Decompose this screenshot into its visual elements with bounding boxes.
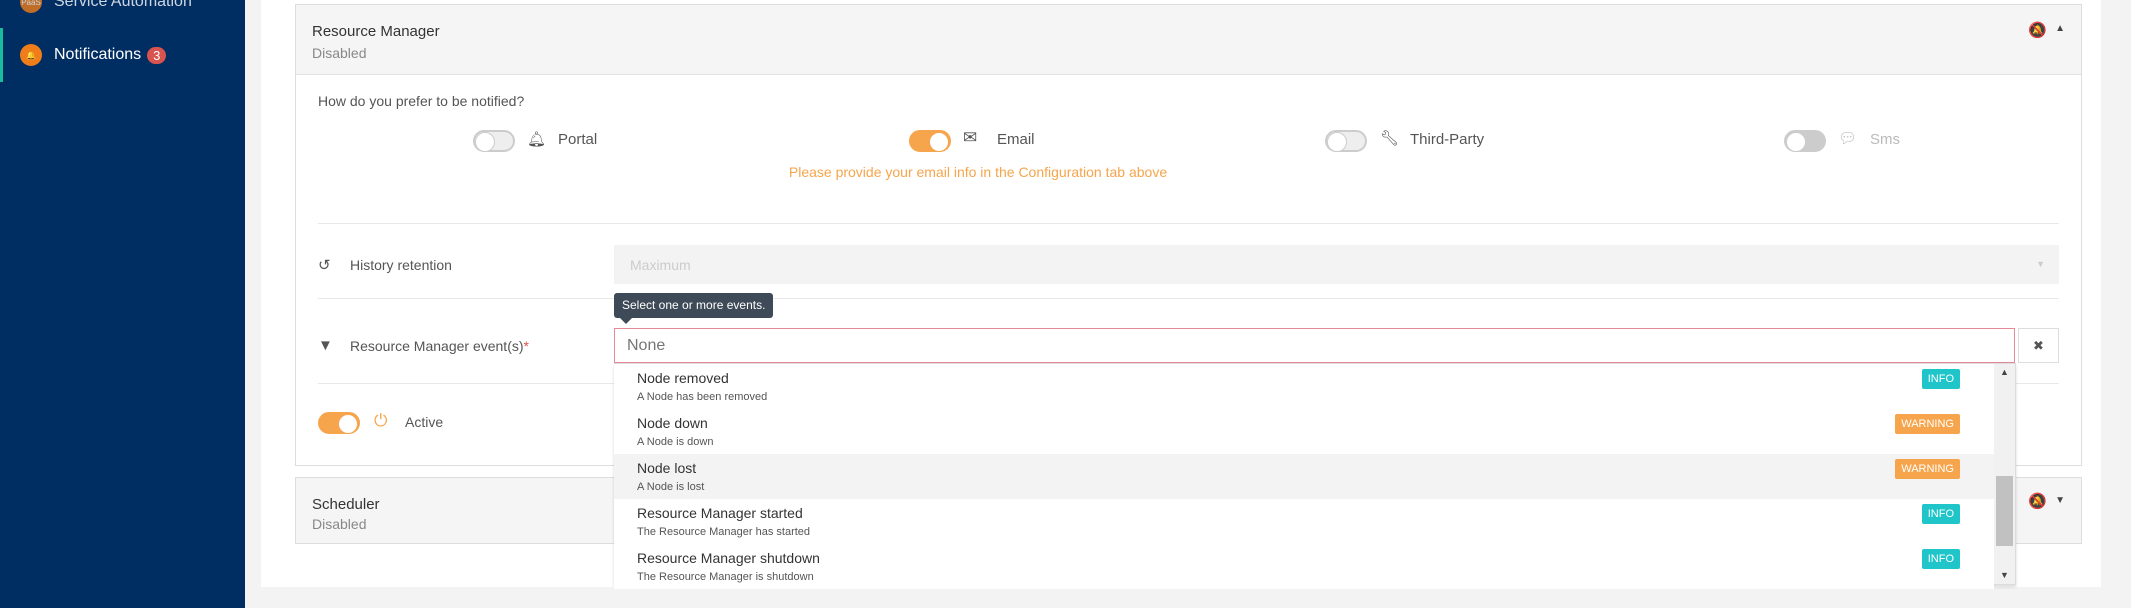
bell-slash-icon[interactable]: 🔕 — [2028, 492, 2047, 510]
notify-question: How do you prefer to be notified? — [318, 93, 525, 109]
event-option[interactable]: Node down A Node is down WARNING — [614, 409, 1994, 454]
email-toggle[interactable] — [909, 130, 951, 152]
events-input[interactable] — [614, 328, 2015, 363]
event-level-badge: WARNING — [1895, 459, 1960, 479]
envelope-icon: ✉ — [963, 128, 978, 147]
event-option[interactable]: Resource Manager started The Resource Man… — [614, 499, 1994, 544]
wrench-icon: 🔧︎ — [1380, 130, 1400, 147]
notification-bell-icon: 🔔 — [20, 44, 42, 66]
history-retention-label: History retention — [350, 257, 452, 273]
chevron-down-icon[interactable]: ▼ — [2055, 495, 2065, 506]
event-description: A Node has been removed — [637, 391, 768, 403]
history-retention-select[interactable]: Maximum ▼ — [614, 245, 2059, 284]
scrollbar-thumb[interactable] — [1996, 476, 2013, 546]
active-toggle[interactable] — [318, 412, 360, 434]
sms-toggle[interactable] — [1784, 130, 1826, 152]
card-title: Scheduler — [312, 496, 380, 513]
notification-count-badge: 3 — [147, 46, 167, 64]
event-option[interactable]: Node lost A Node is lost WARNING — [614, 454, 1994, 499]
comments-icon: 💬︎ — [1838, 130, 1858, 147]
event-level-badge: WARNING — [1895, 414, 1960, 434]
sidebar: PaaS Service Automation 🔔 Notifications 3 — [0, 0, 245, 608]
third-party-label: Third-Party — [1410, 131, 1485, 148]
card-title: Resource Manager — [312, 23, 440, 40]
event-title: Resource Manager started — [637, 505, 803, 521]
tooltip-arrow — [620, 318, 632, 324]
card-status: Disabled — [312, 516, 367, 532]
third-party-toggle[interactable] — [1325, 130, 1367, 152]
chevron-up-icon[interactable]: ▲ — [2055, 23, 2065, 34]
active-label: Active — [405, 414, 444, 430]
resource-manager-header[interactable]: Resource Manager Disabled 🔕 ▲ — [296, 5, 2081, 75]
event-description: A Node is down — [637, 436, 714, 448]
clear-icon: ✖ — [2033, 337, 2044, 353]
event-option[interactable]: Resource Manager shutdown The Resource Ma… — [614, 544, 1994, 589]
event-description: The Resource Manager has started — [637, 526, 811, 538]
scroll-down-icon[interactable]: ▼ — [2000, 570, 2009, 580]
divider — [318, 298, 2059, 299]
sms-label: Sms — [1870, 131, 1900, 148]
scroll-up-icon[interactable]: ▲ — [2000, 367, 2009, 377]
chevron-down-icon: ▼ — [2036, 259, 2045, 269]
sidebar-item-service-automation[interactable]: PaaS Service Automation — [0, 0, 245, 14]
event-description: A Node is lost — [637, 481, 705, 493]
event-option[interactable]: Node removed A Node has been removed INFO — [614, 364, 1994, 409]
event-level-badge: INFO — [1921, 549, 1960, 569]
portal-label: Portal — [558, 131, 598, 148]
portal-toggle[interactable] — [473, 130, 515, 152]
filter-icon: ▼ — [318, 337, 333, 354]
history-icon: ↺ — [318, 257, 331, 274]
bell-icon: 🔔︎ — [527, 131, 547, 148]
event-description: The Resource Manager is shutdown — [637, 571, 814, 583]
dropdown-scrollbar[interactable]: ▲ ▼ — [1994, 364, 2015, 584]
event-level-badge: INFO — [1921, 369, 1960, 389]
email-label: Email — [997, 131, 1035, 148]
event-title: Node down — [637, 415, 708, 431]
email-warning: Please provide your email info in the Co… — [788, 164, 1168, 180]
event-title: Node removed — [637, 370, 729, 386]
event-title: Resource Manager shutdown — [637, 550, 820, 566]
divider — [318, 223, 2059, 224]
event-title: Node lost — [637, 460, 697, 476]
event-level-badge: INFO — [1921, 504, 1960, 524]
clear-events-button[interactable]: ✖ — [2018, 328, 2059, 363]
power-icon: ⏻ — [374, 411, 388, 430]
sidebar-item-notifications[interactable]: 🔔 Notifications 3 — [0, 28, 245, 82]
events-tooltip: Select one or more events. — [614, 293, 774, 318]
events-label: Resource Manager event(s)* — [350, 338, 529, 354]
card-status: Disabled — [312, 45, 367, 61]
bell-slash-icon[interactable]: 🔕 — [2028, 21, 2047, 39]
paas-icon: PaaS — [20, 0, 42, 13]
